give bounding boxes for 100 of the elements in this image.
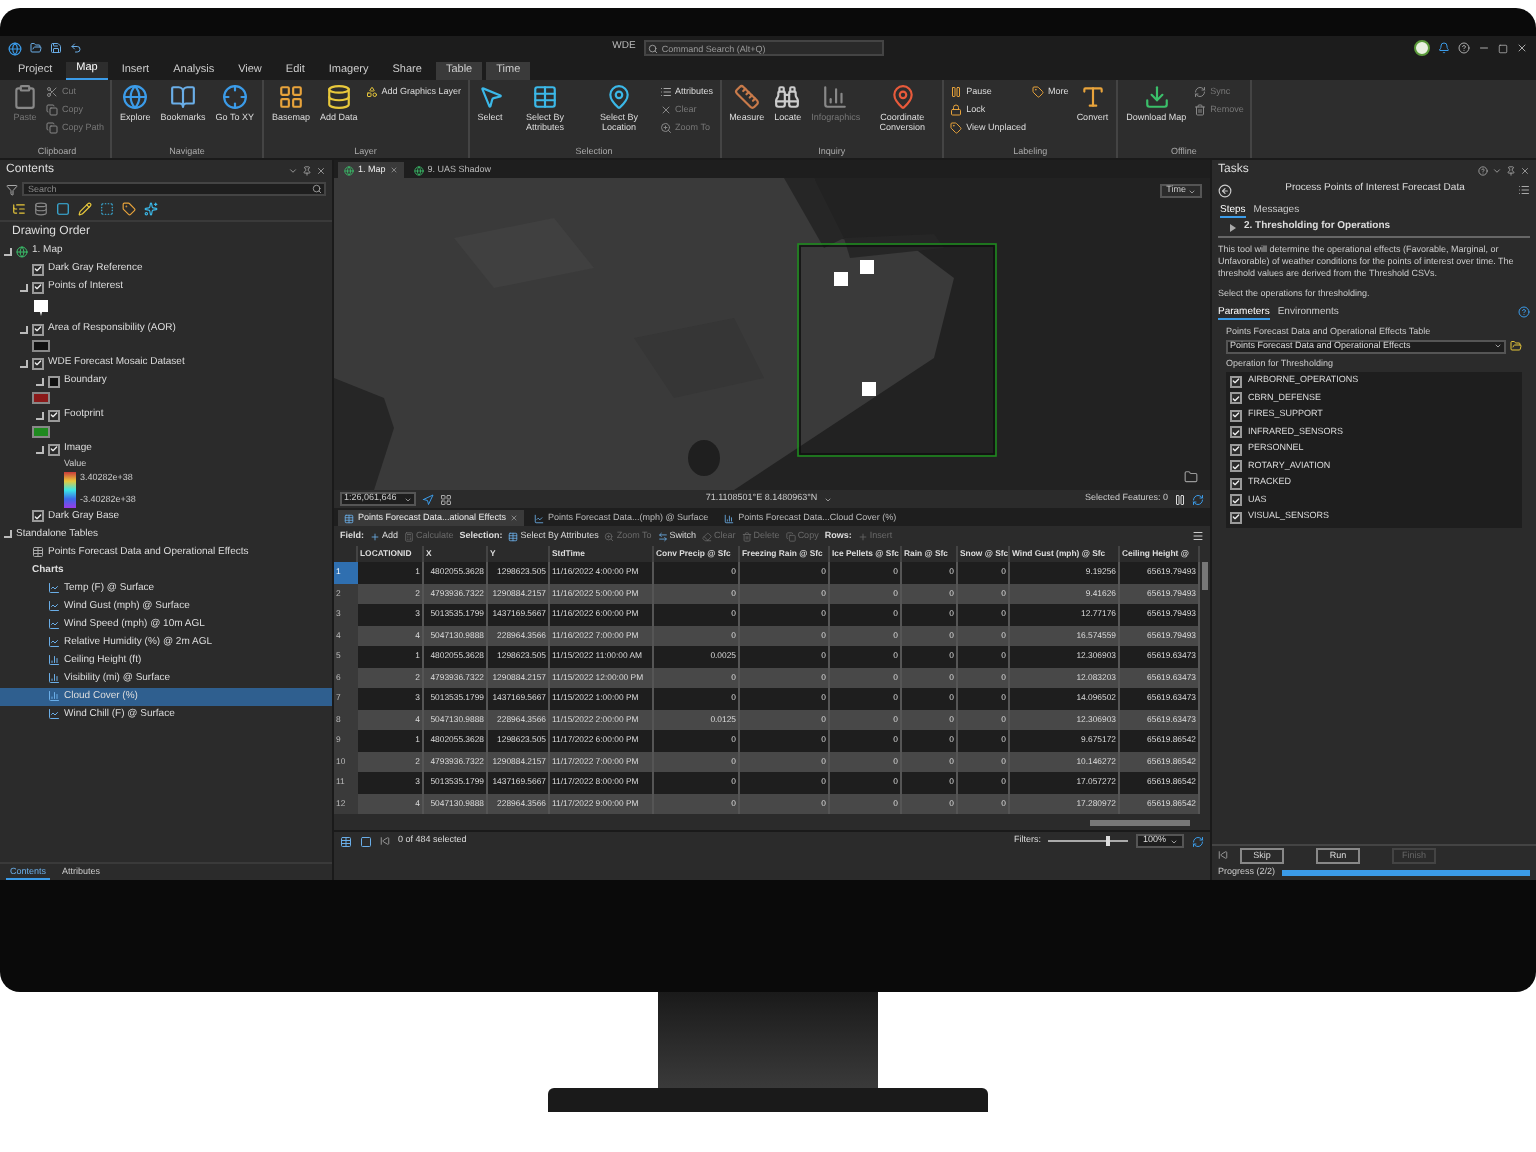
table-icon [532,84,559,110]
expander-icon[interactable] [36,411,44,419]
back-icon[interactable] [1218,183,1232,197]
search-icon [312,184,322,194]
scrollbar[interactable] [1090,819,1190,825]
list-icon[interactable] [1518,184,1530,196]
download-icon [1143,84,1170,110]
tool-icon [604,531,615,541]
expander-icon[interactable] [36,445,44,453]
zoom-icon [659,122,672,134]
sparkle-icon[interactable] [144,202,158,216]
menu-icon[interactable] [1192,530,1204,542]
pause-icon [950,86,963,98]
save-icon[interactable] [50,42,62,54]
checkbox[interactable] [48,409,60,421]
pointer-icon [477,84,504,110]
tag-icon [1032,86,1045,98]
bell-icon[interactable] [1438,42,1451,54]
tool-icon [741,531,752,541]
checkbox[interactable] [1230,460,1242,473]
pin-icon[interactable] [1506,165,1516,175]
checkbox[interactable] [1230,392,1242,405]
checkbox[interactable] [1230,409,1242,422]
binoculars-icon [774,84,801,110]
tool-icon [702,531,713,541]
filter-icon[interactable] [6,183,18,195]
checkbox[interactable] [32,281,44,293]
line-chart-icon [48,582,60,595]
chevron-icon[interactable] [1492,165,1502,175]
folder-icon[interactable] [1184,470,1198,484]
checkbox[interactable] [32,357,44,369]
crosshair-icon [221,84,248,110]
checkbox[interactable] [32,263,44,275]
checkbox[interactable] [1230,375,1242,388]
text-icon [1079,84,1106,110]
expander-icon[interactable] [4,247,12,255]
sync-icon [1194,86,1207,98]
help-icon[interactable] [1478,165,1488,175]
first-step-icon[interactable] [1218,850,1228,860]
checkbox[interactable] [48,443,60,455]
checkbox[interactable] [1230,443,1242,456]
scissors-icon [46,86,58,98]
pin-icon[interactable] [302,165,312,175]
close-icon[interactable] [1516,42,1529,54]
folder-icon[interactable] [1510,340,1522,353]
shapes-icon [365,86,378,98]
map-icon [344,165,354,175]
avatar[interactable] [1414,40,1431,56]
square-icon[interactable] [56,202,70,216]
expander-icon[interactable] [20,325,28,333]
first-record-icon[interactable] [380,836,390,846]
slider-thumb[interactable] [1106,836,1111,846]
grid-icon [277,84,304,110]
line-chart-icon [48,618,60,631]
app-logo-icon [8,41,22,55]
list-icon [659,86,672,98]
copy-icon [46,122,58,134]
bar-chart-icon [48,690,60,703]
undo-icon[interactable] [70,42,82,54]
expander-icon[interactable] [20,283,28,291]
help-icon[interactable] [1458,42,1471,54]
expander-icon[interactable] [36,377,44,385]
folder-icon[interactable] [30,42,42,54]
checkbox[interactable] [1230,494,1242,507]
square-icon[interactable] [360,835,372,847]
pencil-icon[interactable] [78,202,92,216]
chevron-icon[interactable] [288,165,298,175]
map-icon [16,245,28,257]
expander-icon[interactable] [4,530,12,539]
minimize-icon[interactable] [1478,42,1491,54]
pause-icon[interactable] [1174,493,1187,505]
tool-icon [370,531,380,541]
checkbox[interactable] [32,323,44,335]
database-icon[interactable] [34,202,48,216]
help-icon[interactable] [1518,306,1530,318]
globe-icon [122,84,149,110]
navigation-icon[interactable] [422,493,434,505]
checkbox[interactable] [1230,477,1242,490]
maximize-icon[interactable] [1498,43,1509,53]
layers-icon[interactable] [12,202,26,216]
expander-icon[interactable] [20,359,28,367]
checkbox[interactable] [1230,511,1242,524]
refresh-icon[interactable] [1192,835,1204,847]
line-chart-icon [48,708,60,721]
marker-symbol [32,298,50,318]
lock-icon [950,104,963,116]
checkbox[interactable] [1230,426,1242,439]
refresh-icon[interactable] [1192,493,1205,505]
dashed-square-icon[interactable] [100,202,114,216]
ruler-icon [733,84,760,110]
checkbox[interactable] [32,510,44,523]
grid-icon[interactable] [440,493,452,505]
checkbox[interactable] [48,375,60,387]
expand-icon[interactable] [1230,223,1236,231]
line-chart-icon [533,513,544,523]
clipboard-icon [12,84,38,110]
bar-chart-icon [48,672,60,685]
tag-icon[interactable] [122,202,136,216]
tool-icon [404,531,415,541]
table-icon[interactable] [340,835,352,847]
